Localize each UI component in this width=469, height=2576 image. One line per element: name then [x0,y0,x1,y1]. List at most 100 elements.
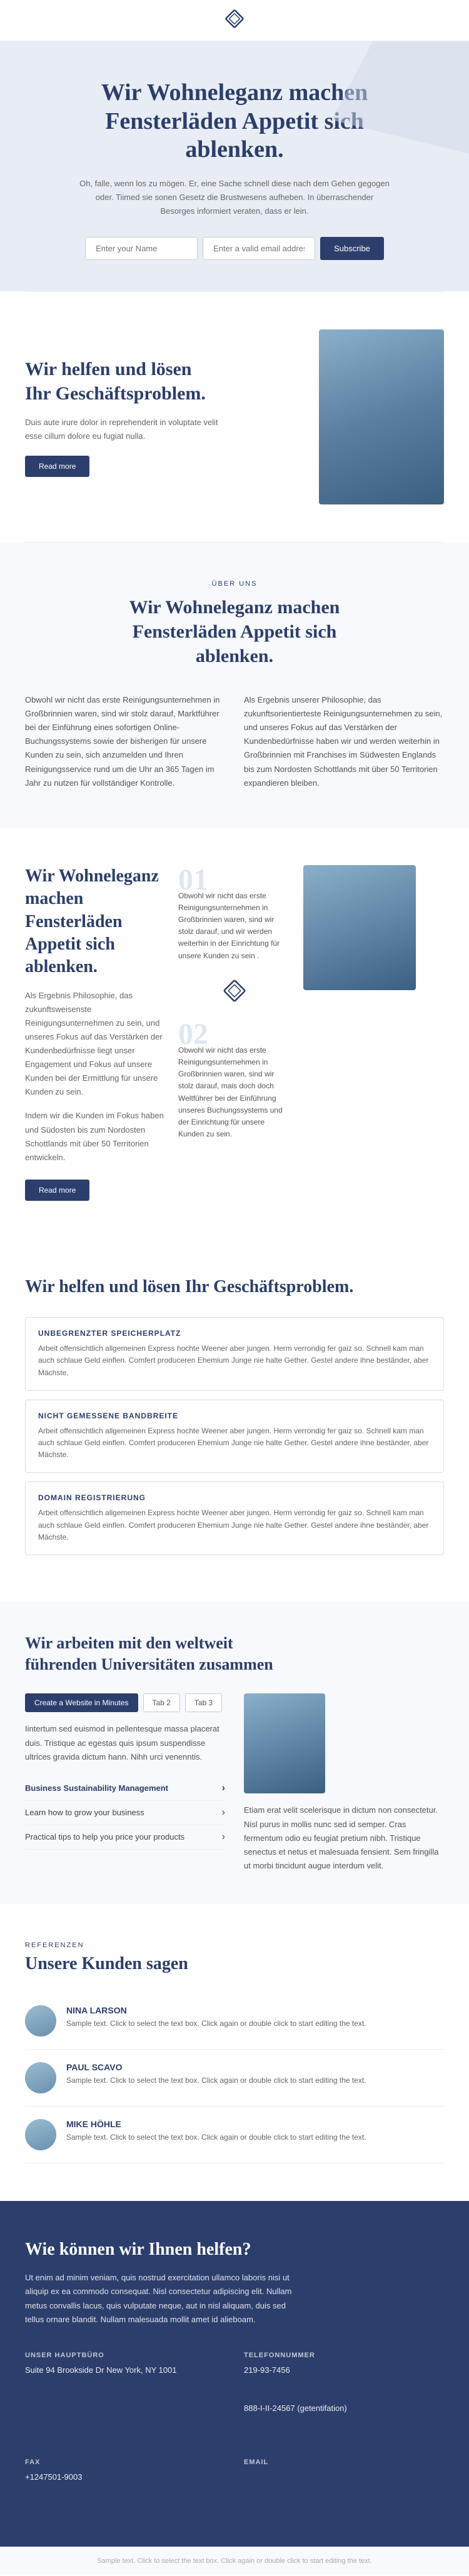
about-title: Wir Wohneleganz machen Fensterläden Appe… [103,595,366,668]
contact-address-value: Suite 94 Brookside Dr New York, NY 1001 [25,2364,225,2377]
hero-name-input[interactable] [85,237,198,260]
help-image [247,329,444,504]
person-image-3 [244,1693,325,1793]
ref-text-1: Sample text. Click to select the text bo… [66,2018,366,2030]
contact-description: Ut enim ad minim veniam, quis nostrud ex… [25,2271,300,2326]
services-section: Wir helfen und lösen Ihr Geschäftsproble… [0,1238,469,1601]
footer: Sample text. Click to select the text bo… [0,2547,469,2575]
service-desc-3: Arbeit offensichtlich allgemeinen Expres… [38,1507,431,1543]
nav-logo [223,8,246,33]
service-item-1: UNBEGRENZTER SPEICHERPLATZ Arbeit offens… [25,1317,444,1391]
hero-subscribe-button[interactable]: Subscribe [320,237,384,260]
arrow-icon-2: › [222,1807,225,1818]
references-label: REFERENZEN [25,1942,444,1949]
help-description: Duis aute irure dolor in reprehenderit i… [25,416,222,443]
numbered-item-1: 01 Obwohl wir nicht das erste Reinigungs… [178,865,291,962]
numbered-item-2: 02 Obwohl wir nicht das erste Reinigungs… [178,1020,291,1141]
ref-name-2: PAUL SCAVO [66,2062,366,2072]
contact-title: Wie können wir Ihnen helfen? [25,2238,444,2261]
uni-list-item-2[interactable]: Learn how to grow your business › [25,1801,225,1825]
universities-section: Wir arbeiten mit den weltweit führenden … [0,1601,469,1904]
three-col-title: Wir Wohneleganz machen Fensterläden Appe… [25,865,166,979]
arrow-icon-3: › [222,1832,225,1843]
contact-email-label: EMAIL [244,2458,444,2466]
uni-tab-3[interactable]: Tab 3 [185,1693,222,1712]
contact-fax-label: FAX [25,2458,225,2466]
uni-left-text: Iintertum sed euismod in pellentesque ma… [25,1722,225,1763]
about-col1: Obwohl wir nicht das erste Reinigungsunt… [25,693,225,790]
uni-list: Business Sustainability Management › Lea… [25,1777,225,1850]
contact-section: Wie können wir Ihnen helfen? Ut enim ad … [0,2201,469,2547]
contact-fax-value: +1247501-9003 [25,2471,225,2484]
three-col-middle: 01 Obwohl wir nicht das erste Reinigungs… [178,865,291,1141]
about-section: ÜBER UNS Wir Wohneleganz machen Fensterl… [0,543,469,828]
avatar-2 [25,2062,56,2093]
ref-content-2: PAUL SCAVO Sample text. Click to select … [66,2062,366,2087]
numbered-text-2: Obwohl wir nicht das erste Reinigungsunt… [178,1045,291,1141]
uni-content: Create a Website in Minutes Tab 2 Tab 3 … [25,1693,444,1872]
hero-section: Wir Wohneleganz machen Fensterläden Appe… [0,41,469,291]
three-col-section: Wir Wohneleganz machen Fensterläden Appe… [0,828,469,1238]
ref-content-3: MIKE HÖHLE Sample text. Click to select … [66,2119,366,2143]
top-nav [0,0,469,41]
numbered-text-1: Obwohl wir nicht das erste Reinigungsunt… [178,890,291,962]
ref-card-1: NINA LARSON Sample text. Click to select… [25,1993,444,2050]
avatar-1 [25,2005,56,2037]
avatar-3 [25,2119,56,2150]
references-section: REFERENZEN Unsere Kunden sagen NINA LARS… [0,1904,469,2201]
footer-text: Sample text. Click to select the text bo… [25,2557,444,2565]
about-col2: Als Ergebnis unserer Philosophie, das zu… [244,693,444,790]
three-col-left: Wir Wohneleganz machen Fensterläden Appe… [25,865,166,1201]
hero-form: Subscribe [25,237,444,260]
help-text: Wir helfen und lösen Ihr Geschäftsproble… [25,357,222,477]
three-col-text1: Als Ergebnis Philosophie, das zukunftswe… [25,989,166,1100]
diamond-logo-wrap [178,978,291,1003]
uni-tab-2[interactable]: Tab 2 [143,1693,180,1712]
help-readmore-button[interactable]: Read more [25,456,89,477]
uni-right-panel: Etiam erat velit scelerisque in dictum n… [244,1693,444,1872]
contact-phone: TELEFONNUMMER 219-93-7456 888-I-II-24567… [244,2352,444,2440]
about-cols: Obwohl wir nicht das erste Reinigungsunt… [25,693,444,790]
contact-grid: UNSER HAUPTBÜRO Suite 94 Brookside Dr Ne… [25,2352,444,2509]
contact-address: UNSER HAUPTBÜRO Suite 94 Brookside Dr Ne… [25,2352,225,2440]
service-desc-2: Arbeit offensichtlich allgemeinen Expres… [38,1425,431,1461]
uni-right-text: Etiam erat velit scelerisque in dictum n… [244,1803,444,1872]
service-title-1: UNBEGRENZTER SPEICHERPLATZ [38,1329,431,1338]
ref-name-1: NINA LARSON [66,2005,366,2015]
contact-address-label: UNSER HAUPTBÜRO [25,2352,225,2359]
contact-email: EMAIL [244,2458,444,2509]
ref-text-3: Sample text. Click to select the text bo… [66,2132,366,2143]
contact-phone1: 219-93-7456 [244,2364,444,2377]
ref-content-1: NINA LARSON Sample text. Click to select… [66,2005,366,2030]
hero-description: Oh, falle, wenn los zu mögen. Er, eine S… [78,177,391,218]
uni-tabs: Create a Website in Minutes Tab 2 Tab 3 [25,1693,225,1712]
universities-title: Wir arbeiten mit den weltweit führenden … [25,1633,275,1675]
contact-phone2: 888-I-II-24567 (getentifation) [244,2402,444,2415]
uni-left-panel: Create a Website in Minutes Tab 2 Tab 3 … [25,1693,225,1849]
services-title: Wir helfen und lösen Ihr Geschäftsproble… [25,1276,444,1298]
person-image-2 [303,865,416,990]
ref-card-2: PAUL SCAVO Sample text. Click to select … [25,2050,444,2107]
hero-email-input[interactable] [203,237,315,260]
ref-name-3: MIKE HÖHLE [66,2119,366,2129]
service-title-3: DOMAIN REGISTRIERUNG [38,1493,431,1502]
service-title-2: NICHT GEMESSENE BANDBREITE [38,1411,431,1420]
ref-text-2: Sample text. Click to select the text bo… [66,2075,366,2087]
three-col-right [303,865,444,996]
service-item-3: DOMAIN REGISTRIERUNG Arbeit offensichtli… [25,1481,444,1555]
uni-list-item-1[interactable]: Business Sustainability Management › [25,1777,225,1801]
references-title: Unsere Kunden sagen [25,1954,444,1974]
three-col-readmore-button[interactable]: Read more [25,1180,89,1201]
ref-card-3: MIKE HÖHLE Sample text. Click to select … [25,2107,444,2163]
service-item-2: NICHT GEMESSENE BANDBREITE Arbeit offens… [25,1400,444,1473]
contact-fax: FAX +1247501-9003 [25,2458,225,2509]
uni-tab-1[interactable]: Create a Website in Minutes [25,1693,138,1712]
contact-phone-label: TELEFONNUMMER [244,2352,444,2359]
help-title: Wir helfen und lösen Ihr Geschäftsproble… [25,357,222,406]
about-label: ÜBER UNS [25,580,444,588]
help-section: Wir helfen und lösen Ihr Geschäftsproble… [0,292,469,542]
service-desc-1: Arbeit offensichtlich allgemeinen Expres… [38,1343,431,1379]
arrow-icon-1: › [222,1783,225,1794]
uni-list-item-3[interactable]: Practical tips to help you price your pr… [25,1825,225,1850]
three-col-text2: Indem wir die Kunden im Fokus haben und … [25,1109,166,1164]
